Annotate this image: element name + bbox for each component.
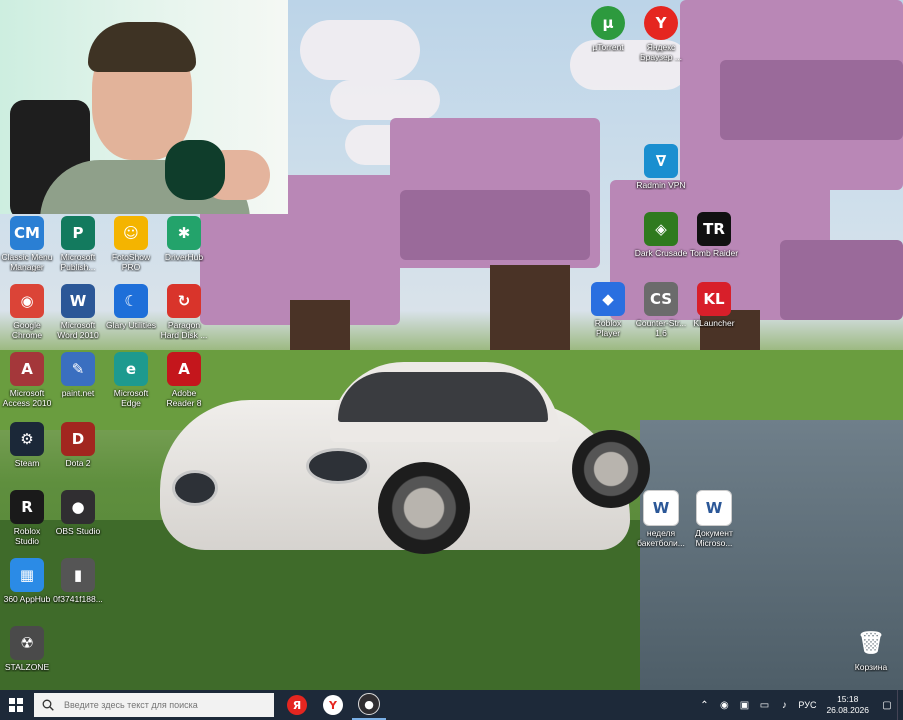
desktop-icon-stalzone[interactable]: ☢ STALZONE [0,626,58,672]
desktop-icon-recycle-bin[interactable]: 🗑 Корзина [840,626,902,673]
language-indicator[interactable]: РУС [798,700,816,710]
counter-strike-icon: CS [644,282,678,316]
stalzone-icon: ☢ [10,626,44,660]
dark-crusade-icon: ◈ [644,212,678,246]
vpn-tray-icon[interactable]: ▣ [737,698,751,712]
show-desktop-button[interactable] [897,690,903,720]
recycle-bin-icon: 🗑 [857,630,885,656]
desktop-icon-tomb-raider[interactable]: TR Tomb Raider [683,212,745,258]
tomb-raider-icon: TR [697,212,731,246]
chevron-up-icon[interactable]: ⌃ [697,698,711,712]
access-icon: A [10,352,44,386]
clock-time: 15:18 [837,694,859,704]
classic-menu-icon: CM [10,216,44,250]
obs-icon: ● [61,490,95,524]
network-icon[interactable]: ▭ [757,698,771,712]
windows-logo-icon [9,698,23,712]
steam-icon: ⚙ [10,422,44,456]
roblox-studio-icon: R [10,490,44,524]
utorrent-icon: µ [591,6,625,40]
driverhub-icon: ✱ [167,216,201,250]
yandex-browser-icon: Y [323,695,343,715]
desktop-icon-file-0f3741f188[interactable]: ▮ 0f3741f188... [47,558,109,604]
klauncher-icon: KL [697,282,731,316]
desktop-icon-radmin-vpn[interactable]: ∇ Radmin VPN [630,144,692,190]
dota2-icon: D [61,422,95,456]
search-icon [42,699,54,711]
desktop-icon-klauncher[interactable]: KL KLauncher [683,282,745,328]
glary-utilities-icon: ☾ [114,284,148,318]
desktop-icon-doc-microsoft[interactable]: W Документ Microso... [683,490,745,548]
yandex-icon: Я [287,695,307,715]
publisher-icon: P [61,216,95,250]
word-icon: W [61,284,95,318]
notifications-icon[interactable]: ▢ [880,698,894,712]
radmin-vpn-icon: ∇ [644,144,678,178]
desktop-icon-paragon[interactable]: ↻ Paragon Hard Disk ... [153,284,215,340]
webcam-overlay [0,0,288,214]
roblox-player-icon: ◆ [591,282,625,316]
yandex-browser-icon: Y [644,6,678,40]
clock-date: 26.08.2026 [826,705,869,715]
clock[interactable]: 15:18 26.08.2026 [826,694,869,716]
word-doc-icon: W [643,490,679,526]
edge-icon: e [114,352,148,386]
word-doc-icon: W [696,490,732,526]
desktop-icon-adobe-reader[interactable]: A Adobe Reader 8 [153,352,215,408]
search-input[interactable] [62,699,271,711]
desktop-icon-driverhub[interactable]: ✱ DriverHub [153,216,215,262]
desktop: CM Classic Menu Manager P Microsoft Publ… [0,0,903,690]
adobe-reader-icon: A [167,352,201,386]
taskbar-search-box[interactable] [34,693,274,717]
yandex-taskbar-app[interactable]: Я [280,690,314,720]
system-tray: ⌃ ◉ ▣ ▭ ♪ РУС 15:18 26.08.2026 ▢ [694,690,903,720]
fotoshow-icon: ☺ [114,216,148,250]
taskbar: Я Y ● ⌃ ◉ ▣ ▭ ♪ РУС 15:18 26.08.2026 ▢ [0,690,903,720]
paragon-icon: ↻ [167,284,201,318]
file-icon: ▮ [61,558,95,592]
obs-icon: ● [358,693,380,715]
start-button[interactable] [0,690,32,720]
obs-taskbar-app[interactable]: ● [352,690,386,720]
apphub-icon: ▦ [10,558,44,592]
volume-icon[interactable]: ♪ [777,698,791,712]
chrome-icon: ◉ [10,284,44,318]
desktop-icon-dota2[interactable]: D Dota 2 [47,422,109,468]
chrome-tray-icon[interactable]: ◉ [717,698,731,712]
yandex-browser-taskbar-app[interactable]: Y [316,690,350,720]
desktop-icon-obs-studio[interactable]: ● OBS Studio [47,490,109,536]
paintnet-icon: ✎ [61,352,95,386]
desktop-icon-yandex-browser[interactable]: Y Яндекс Браузер ... [630,6,692,62]
